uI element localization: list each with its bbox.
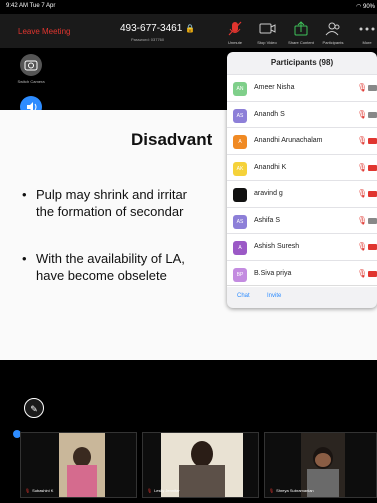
video-off-icon [368,138,377,144]
avatar: AN [233,82,247,96]
video-thumbnail[interactable]: 🎙 Subashini K [20,432,137,498]
participant-name: B.Siva priya [254,269,292,277]
meeting-id[interactable]: 493-677-3461 🔒 [120,23,195,34]
switch-camera-label: Switch Camera [17,79,45,84]
participant-name: Ashifa S [254,216,281,224]
thumbnail-name: 🎙 Subashini K [25,488,54,493]
participant-row[interactable]: AK Anandhi K 🎙 [227,153,377,181]
participant-name: Ashish Suresh [254,243,300,250]
slide-bullet: • With the availability of LA, have beco… [22,251,185,283]
wifi-icon: ◠ [356,4,362,10]
participant-name: aravind g [254,190,283,197]
mic-muted-icon [228,21,242,36]
stop-video-button[interactable]: Stop Video [252,20,282,45]
unmute-button[interactable]: Unmute [220,20,250,45]
annotate-button[interactable]: ✎ [24,398,44,418]
mic-muted-icon: 🎙 [357,189,368,198]
thumbnail-name: 🎙 Shreya Subramanian [269,488,314,493]
avatar [233,188,247,202]
bullet-dot: • [22,251,27,266]
participant-row[interactable]: AS Anandh S 🎙 [227,100,377,128]
slide-bullet: • Pulp may shrink and irritar the format… [22,187,187,219]
status-bar: 9:42 AM Tue 7 Apr ◠ 90% [0,0,377,14]
slide-title: Disadvant [131,130,213,149]
participant-name: Anandhi Arunachalam [254,137,323,144]
participant-row[interactable]: BP B.Siva priya 🎙 [227,259,377,287]
participants-button[interactable]: Participants [318,20,348,45]
video-off-icon [368,164,377,171]
avatar: AK [233,161,247,176]
participants-title: Participants (98) [270,58,334,67]
participant-row[interactable]: A Anandhi Arunachalam 🎙 [227,127,377,154]
avatar: AS [233,214,247,229]
participant-row[interactable]: aravind g 🎙 [227,180,377,207]
mic-muted-icon: 🎙 [357,215,368,225]
video-off-icon [368,111,377,118]
video-off-icon [368,244,377,250]
switch-camera-icon [24,60,38,71]
mic-muted-icon: 🎙 [357,83,368,92]
avatar: A [233,241,247,255]
participant-row[interactable]: A Ashish Suresh 🎙 [227,233,377,260]
mic-muted-icon: 🎙 [357,242,368,251]
mic-muted-icon: 🎙 [357,109,368,119]
participant-row[interactable]: AN Ameer Nisha 🎙 [227,74,377,101]
more-button[interactable]: More [352,20,377,45]
avatar: BP [233,267,247,282]
video-thumbnail[interactable]: 🎙 Leslly Jennifar [142,432,259,498]
participants-footer: Chat Invite [227,285,377,308]
mic-muted-icon: 🎙 [147,488,153,493]
mic-muted-icon: 🎙 [25,488,31,493]
mic-muted-icon: 🎙 [357,162,368,172]
mic-muted-icon: 🎙 [269,488,275,493]
participants-icon [325,22,340,36]
leave-meeting-button[interactable]: Leave Meeting [18,27,70,36]
video-off-icon [368,217,377,224]
invite-button[interactable]: Invite [267,293,281,299]
pencil-icon: ✎ [30,404,38,414]
participant-video [59,433,105,497]
participant-name: Anandh S [254,110,285,118]
video-icon [259,23,276,34]
meeting-toolbar: Leave Meeting 493-677-3461 🔒 Password: 03… [0,14,377,48]
lock-icon: 🔒 [185,24,196,33]
share-content-button[interactable]: Share Content [286,20,316,45]
status-battery: ◠ 90% [356,4,375,10]
bullet-dot: • [22,187,27,202]
avatar: A [233,135,247,149]
thumbnail-name: 🎙 Leslly Jennifar [147,488,180,493]
participants-panel: Participants (98) AN Ameer Nisha 🎙 AS Anandh… [227,52,377,308]
chat-button[interactable]: Chat [237,293,250,299]
share-icon [294,21,308,36]
meeting-passcode: Password: 037760 [131,37,165,42]
avatar: AS [233,108,247,123]
more-icon [359,27,375,31]
participant-row[interactable]: AS Ashifa S 🎙 [227,206,377,234]
switch-camera-button[interactable] [20,54,42,76]
participant-name: Anandhi K [254,163,287,171]
video-off-icon [368,270,377,277]
video-off-icon [368,85,377,91]
participant-name: Ameer Nisha [254,84,295,91]
video-off-icon [368,191,377,197]
mic-muted-icon: 🎙 [357,136,368,145]
video-thumbnail[interactable]: 🎙 Shreya Subramanian [264,432,377,498]
mic-muted-icon: 🎙 [357,268,368,278]
status-time: 9:42 AM Tue 7 Apr [6,3,56,9]
